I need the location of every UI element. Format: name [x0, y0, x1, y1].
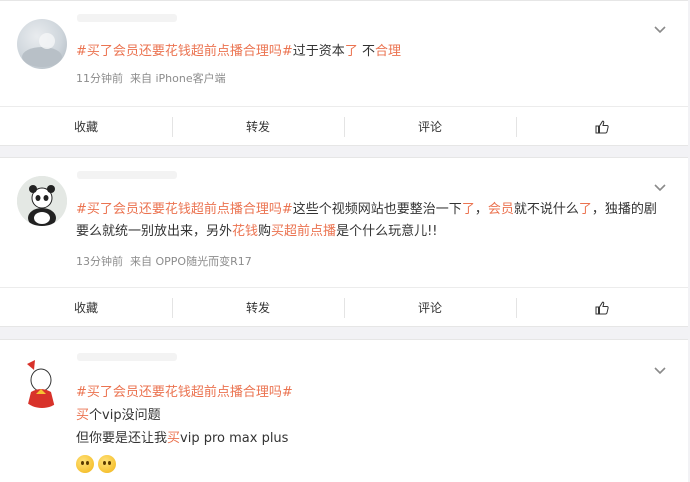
comment-button[interactable]: 评论: [344, 107, 516, 146]
post-source: 来自 iPhone客户端: [130, 72, 226, 85]
post-card: #买了会员还要花钱超前点播合理吗# 买个vip没问题 但你要是还让我买vip p…: [0, 339, 688, 482]
chevron-down-icon[interactable]: [654, 362, 666, 375]
avatar[interactable]: [17, 19, 67, 69]
post-card: #买了会员还要花钱超前点播合理吗#过于资本了 不合理 11分钟前 来自 iPho…: [0, 0, 688, 146]
username[interactable]: [77, 14, 177, 22]
username[interactable]: [77, 171, 177, 179]
action-bar: 收藏 转发 评论: [0, 287, 688, 327]
thumbs-up-icon: [595, 301, 609, 314]
post-card: #买了会员还要花钱超前点播合理吗#这些个视频网站也要整治一下了，会员就不说什么了…: [0, 157, 688, 327]
post-source: 来自 OPPO随光而变R17: [130, 255, 252, 268]
favorite-button[interactable]: 收藏: [0, 107, 172, 146]
emoji-icon: [98, 454, 116, 473]
repost-button[interactable]: 转发: [172, 288, 344, 327]
post-text: #买了会员还要花钱超前点播合理吗# 买个vip没问题 但你要是还让我买vip p…: [76, 381, 658, 475]
like-button[interactable]: [516, 107, 688, 146]
post-text: #买了会员还要花钱超前点播合理吗#过于资本了 不合理: [76, 44, 401, 59]
chevron-down-icon[interactable]: [654, 179, 666, 192]
favorite-button[interactable]: 收藏: [0, 288, 172, 327]
post-text: #买了会员还要花钱超前点播合理吗#这些个视频网站也要整治一下了，会员就不说什么了…: [76, 202, 657, 239]
avatar[interactable]: [17, 176, 67, 226]
post-meta: 13分钟前 来自 OPPO随光而变R17: [76, 253, 252, 269]
repost-button[interactable]: 转发: [172, 107, 344, 146]
comment-button[interactable]: 评论: [344, 288, 516, 327]
username[interactable]: [77, 353, 177, 361]
post-meta: 11分钟前 来自 iPhone客户端: [76, 70, 226, 86]
post-time[interactable]: 13分钟前: [76, 255, 123, 268]
avatar[interactable]: [17, 358, 67, 408]
emoji-icon: [76, 454, 94, 473]
hashtag-link[interactable]: #买了会员还要花钱超前点播合理吗#: [76, 44, 293, 59]
chevron-down-icon[interactable]: [654, 21, 666, 34]
feed: #买了会员还要花钱超前点播合理吗#过于资本了 不合理 11分钟前 来自 iPho…: [0, 0, 690, 482]
hashtag-link[interactable]: #买了会员还要花钱超前点播合理吗#: [76, 202, 293, 217]
action-bar: 收藏 转发 评论: [0, 106, 688, 146]
like-button[interactable]: [516, 288, 688, 327]
thumbs-up-icon: [595, 120, 609, 133]
post-time[interactable]: 11分钟前: [76, 72, 123, 85]
hashtag-link[interactable]: #买了会员还要花钱超前点播合理吗#: [76, 385, 293, 400]
